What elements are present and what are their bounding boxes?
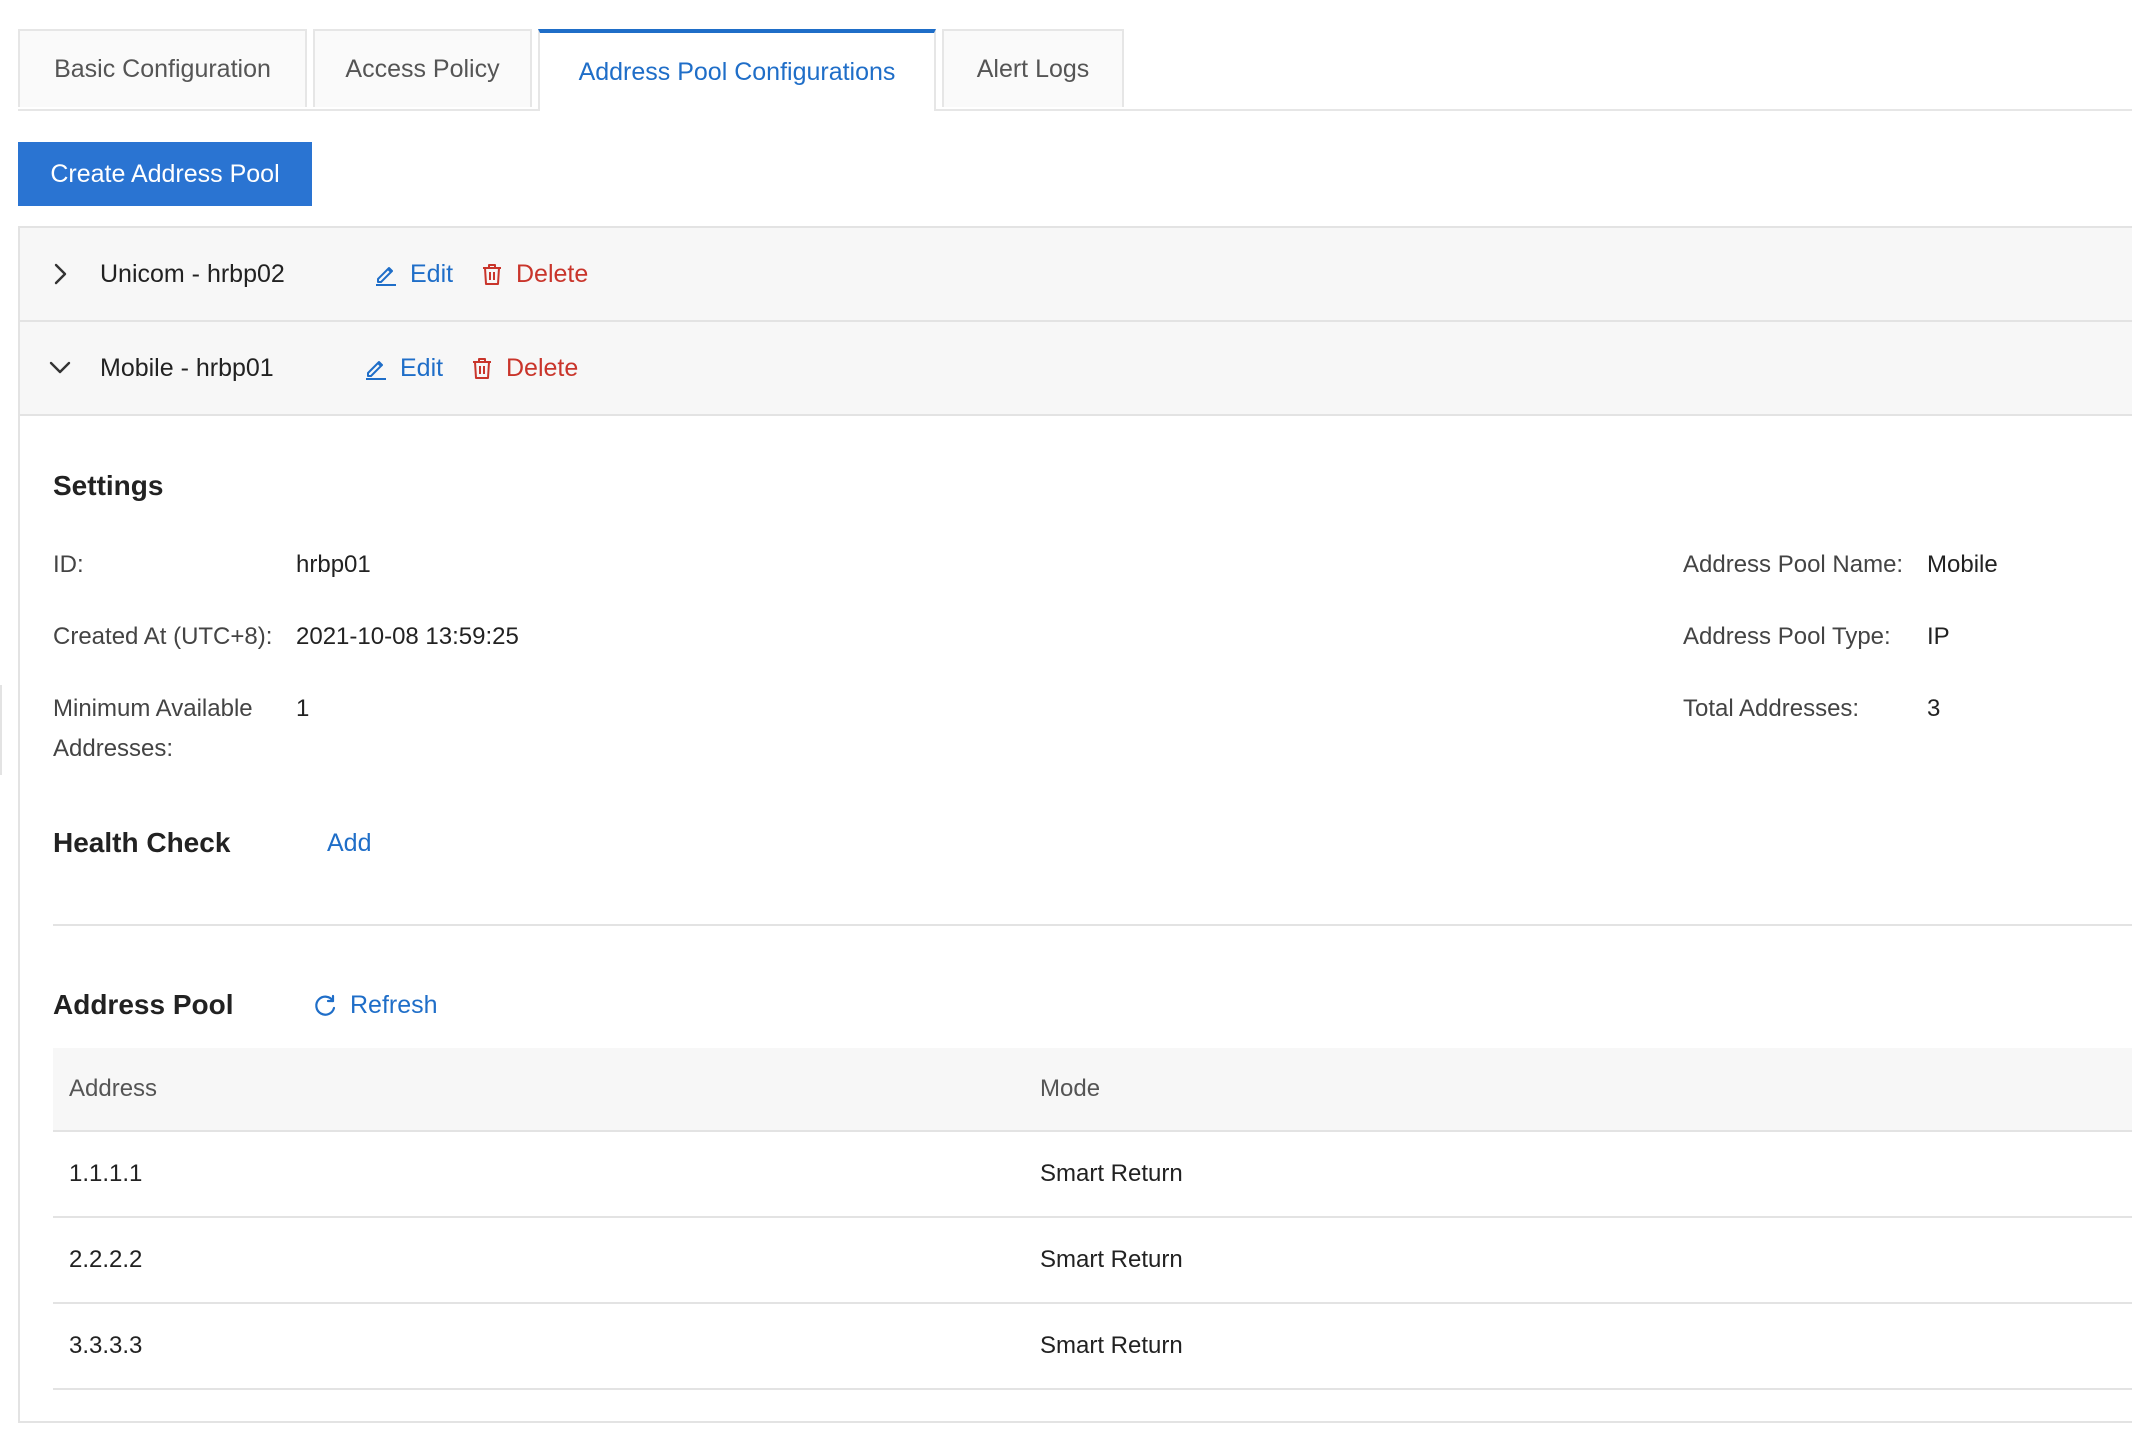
- tab-address-pool-configurations[interactable]: Address Pool Configurations: [538, 29, 936, 111]
- section-divider: [53, 924, 2132, 926]
- edit-label: Edit: [400, 353, 444, 382]
- mode-cell: Smart Return: [1040, 1160, 1183, 1187]
- address-pool-title: Address Pool: [53, 989, 234, 1020]
- address-pool-panel: Unicom - hrbp02 Edit Delete Mobile - hrb…: [18, 226, 2132, 1423]
- column-header-mode: Mode: [1040, 1075, 1101, 1102]
- delete-pool-button[interactable]: Delete: [470, 354, 578, 383]
- min-available-label-line1: Minimum Available: [53, 695, 253, 722]
- edit-icon: [376, 267, 396, 286]
- created-at-value: 2021-10-08 13:59:25: [296, 623, 519, 650]
- chevron-right-icon[interactable]: [48, 262, 72, 286]
- refresh-button[interactable]: Refresh: [312, 991, 438, 1020]
- settings-title: Settings: [53, 470, 164, 501]
- add-health-check-link[interactable]: Add: [327, 829, 371, 858]
- pool-type-label: Address Pool Type:: [1683, 623, 1891, 650]
- mode-cell: Smart Return: [1040, 1332, 1183, 1359]
- table-row: 1.1.1.1 Smart Return: [53, 1132, 2132, 1218]
- pool-header-mobile[interactable]: Mobile - hrbp01 Edit Delete: [20, 322, 2132, 416]
- tab-alert-logs[interactable]: Alert Logs: [942, 29, 1124, 107]
- address-cell: 3.3.3.3: [69, 1332, 143, 1359]
- pool-name-label: Address Pool Name:: [1683, 551, 1904, 578]
- created-at-label: Created At (UTC+8):: [53, 623, 273, 650]
- pool-name: Mobile - hrbp01: [100, 353, 274, 382]
- delete-label: Delete: [516, 259, 589, 288]
- min-available-label-line2: Addresses:: [53, 735, 174, 762]
- pool-header-unicom[interactable]: Unicom - hrbp02 Edit Delete: [20, 228, 2132, 322]
- page: Basic Configuration Access Policy Addres…: [0, 0, 2132, 1456]
- pool-name-value: Mobile: [1927, 551, 1998, 578]
- min-available-value: 1: [296, 695, 310, 722]
- edit-label: Edit: [410, 259, 454, 288]
- chevron-down-icon[interactable]: [48, 356, 72, 380]
- id-value: hrbp01: [296, 551, 371, 578]
- edit-pool-button[interactable]: Edit: [374, 260, 453, 289]
- pool-name: Unicom - hrbp02: [100, 259, 285, 288]
- table-header: Address Mode: [53, 1048, 2132, 1132]
- tab-basic-configuration[interactable]: Basic Configuration: [18, 29, 307, 107]
- table-row: 3.3.3.3 Smart Return: [53, 1304, 2132, 1390]
- table-row: 2.2.2.2 Smart Return: [53, 1218, 2132, 1304]
- delete-pool-button[interactable]: Delete: [480, 260, 588, 289]
- tab-bar: Basic Configuration Access Policy Addres…: [18, 29, 2132, 111]
- total-addresses-label: Total Addresses:: [1683, 695, 1860, 722]
- edit-pool-button[interactable]: Edit: [364, 354, 443, 383]
- trash-icon: [473, 358, 491, 379]
- address-cell: 2.2.2.2: [69, 1246, 143, 1273]
- tab-access-policy[interactable]: Access Policy: [313, 29, 532, 107]
- left-edge-divider: [0, 685, 2, 775]
- trash-icon: [483, 264, 501, 285]
- health-check-title: Health Check: [53, 827, 231, 858]
- edit-icon: [366, 361, 386, 380]
- address-cell: 1.1.1.1: [69, 1160, 143, 1187]
- delete-label: Delete: [506, 353, 579, 382]
- refresh-label: Refresh: [350, 991, 438, 1019]
- id-label: ID:: [53, 551, 84, 578]
- create-address-pool-button[interactable]: Create Address Pool: [18, 142, 312, 206]
- column-header-address: Address: [69, 1075, 158, 1102]
- total-addresses-value: 3: [1927, 695, 1941, 722]
- pool-type-value: IP: [1927, 623, 1950, 650]
- mode-cell: Smart Return: [1040, 1246, 1183, 1273]
- address-table: Address Mode 1.1.1.1 Smart Return 2.2.2.…: [53, 1048, 2132, 1390]
- refresh-icon: [315, 994, 336, 1016]
